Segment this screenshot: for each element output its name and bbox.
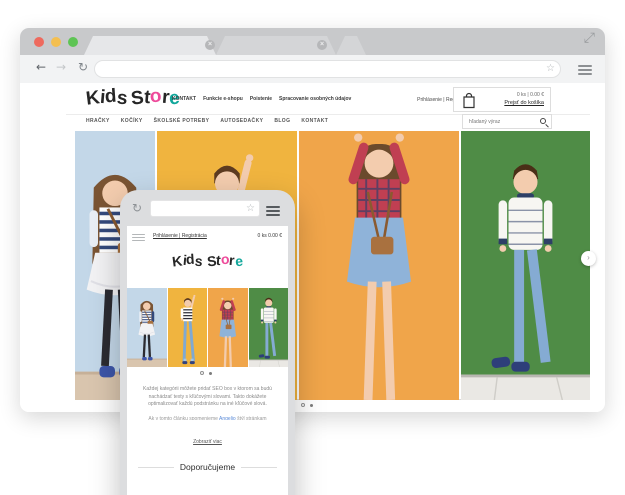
main-nav-item[interactable]: HRAČKY [86, 118, 110, 124]
webpage-viewport: KidsStore KONTAKT Funkcie e-shopu Poiste… [20, 83, 605, 412]
kid-girl-photo [208, 288, 248, 367]
browser-tab-active[interactable] [84, 36, 216, 55]
cart-bag-icon [462, 92, 476, 109]
heading-rule-right [241, 467, 277, 468]
cart-summary: 0 ks | 0.00 € [504, 92, 544, 98]
browser-menu-icon[interactable] [266, 204, 280, 218]
angelio-link[interactable]: Angelio [219, 416, 236, 420]
top-nav-link[interactable]: KONTAKT [172, 96, 196, 102]
mobile-hero-carousel [127, 288, 288, 367]
site-logo[interactable]: KidsStore [127, 252, 288, 268]
hero-slide-girl-orange[interactable] [208, 288, 248, 367]
carousel-dot-active[interactable] [200, 371, 204, 375]
carousel-dot-active[interactable] [301, 403, 305, 407]
phone-mockup: ↻ ☆ Prihlásenie | Registrácia 0 ks 0.00 … [120, 190, 295, 495]
hero-carousel-dots [301, 403, 313, 407]
hero-slide-girl-blue[interactable] [127, 288, 167, 367]
cart-box[interactable]: 0 ks | 0.00 € Prejsť do košíka [453, 87, 551, 112]
screenshot-stage: × × ⤢ ← → ↻ ☆ KidsStore KONTAKT Funkcie … [0, 0, 625, 495]
show-more-link[interactable]: Zobraziť viac [127, 439, 288, 445]
search-box [462, 114, 552, 129]
close-window-button[interactable] [34, 37, 44, 47]
top-nav-link[interactable]: Poistenie [250, 96, 272, 102]
main-nav-item[interactable]: BLOG [274, 118, 290, 124]
browser-tab-3[interactable] [336, 36, 366, 55]
address-bar[interactable]: ☆ [94, 60, 561, 78]
carousel-dot[interactable] [310, 404, 313, 407]
fullscreen-expand-icon[interactable]: ⤢ [584, 30, 595, 46]
tab-close-icon[interactable]: × [317, 40, 327, 50]
bookmark-star-icon[interactable]: ☆ [246, 203, 255, 214]
login-register-links[interactable]: Prihlásenie | Registrácia [153, 233, 207, 239]
kid-boy-photo [249, 288, 289, 367]
kid-girl-photo [127, 288, 167, 367]
heading-rule-left [138, 467, 174, 468]
seo-text-clipped: Ak v tomto článku spomenieme Angelio štý… [136, 416, 279, 420]
browser-tab-bar: × × ⤢ [20, 28, 605, 55]
top-nav: KONTAKT Funkcie e-shopu Poistenie Spraco… [172, 96, 351, 102]
kid-boy-photo [168, 288, 208, 367]
main-nav: HRAČKY KOČÍKY ŠKOLSKÉ POTREBY AUTOSEDAČK… [86, 118, 328, 124]
hero-slide-boy-green[interactable] [249, 288, 289, 367]
kid-girl-photo [299, 131, 459, 400]
main-nav-item[interactable]: KOČÍKY [121, 118, 143, 124]
browser-menu-icon[interactable] [578, 63, 592, 77]
phone-browser-toolbar: ↻ ☆ [130, 199, 286, 219]
top-nav-link[interactable]: Funkcie e-shopu [203, 96, 243, 102]
reload-icon[interactable]: ↻ [78, 60, 88, 74]
minimize-window-button[interactable] [51, 37, 61, 47]
phone-screen: Prihlásenie | Registrácia 0 ks 0.00 € Ki… [127, 226, 288, 495]
carousel-dot[interactable] [209, 372, 212, 375]
bookmark-star-icon[interactable]: ☆ [546, 63, 555, 74]
browser-window: × × ⤢ ← → ↻ ☆ KidsStore KONTAKT Funkcie … [20, 28, 605, 412]
hero-slide-boy-green[interactable] [461, 131, 590, 400]
go-to-cart-link[interactable]: Prejsť do košíka [504, 100, 544, 106]
back-icon[interactable]: ← [36, 60, 46, 74]
cart-summary[interactable]: 0 ks 0.00 € [258, 233, 282, 239]
main-nav-item[interactable]: ŠKOLSKÉ POTREBY [154, 118, 210, 124]
hero-slide-girl-orange[interactable] [299, 131, 459, 400]
mobile-menu-icon[interactable] [132, 232, 145, 243]
search-input[interactable] [467, 116, 535, 127]
seo-text: Každej kategórii môžete pridať SEO box v… [136, 386, 279, 409]
carousel-next-arrow[interactable]: › [581, 251, 596, 266]
browser-toolbar: ← → ↻ ☆ [20, 55, 605, 83]
phone-address-bar[interactable]: ☆ [150, 200, 260, 217]
site-logo[interactable]: KidsStore [86, 87, 180, 109]
tab-close-icon[interactable]: × [205, 40, 215, 50]
mobile-carousel-dots [200, 371, 212, 375]
search-icon[interactable] [540, 118, 546, 124]
reload-icon[interactable]: ↻ [132, 201, 142, 215]
kid-boy-photo [461, 131, 590, 400]
zoom-window-button[interactable] [68, 37, 78, 47]
hero-slide-boy-yellow[interactable] [168, 288, 208, 367]
top-nav-link[interactable]: Spracovanie osobných údajov [279, 96, 351, 102]
main-nav-item[interactable]: KONTAKT [301, 118, 328, 124]
forward-icon[interactable]: → [56, 60, 66, 74]
main-nav-item[interactable]: AUTOSEDAČKY [220, 118, 263, 124]
